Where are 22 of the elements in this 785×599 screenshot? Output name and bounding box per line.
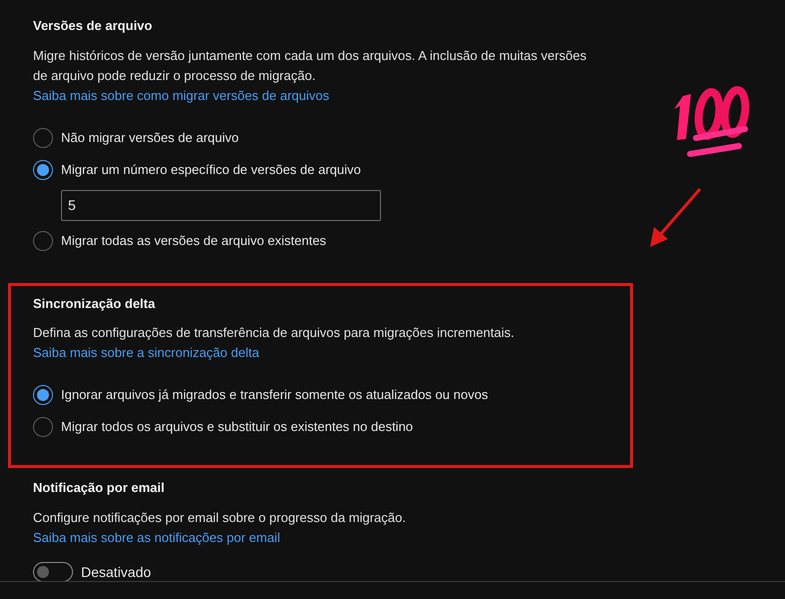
section-description: Migre históricos de versão juntamente com cada um dos arquivos. A inclusão de muitas versões de arquivo pode reduzir o processo de migração. Saiba mais sobre como migrar versões de arquivos <box>33 46 588 105</box>
section-title: Sincronização delta <box>33 294 156 313</box>
learn-more-link[interactable]: Saiba mais sobre como migrar versões de arquivos <box>33 88 330 102</box>
learn-more-link[interactable]: Saiba mais sobre a sincronização delta <box>33 345 260 360</box>
radio-button[interactable] <box>33 230 53 250</box>
radio-label: Migrar um número específico de versões de arquivo <box>61 160 361 179</box>
section-description: Configure notificações por email sobre o progresso da migração. Saiba mais sobre as notificações por email <box>33 508 407 547</box>
section-description: Defina as configurações de transferência de arquivos para migrações incrementais. Saiba mais sobre a sincronização delta <box>33 324 516 362</box>
radio-button[interactable] <box>33 128 53 148</box>
radio-label: Migrar todas as versões de arquivo existentes <box>61 232 326 250</box>
section-title: Versões de arquivo <box>33 17 154 35</box>
radio-label: Não migrar versões de arquivo <box>61 128 239 147</box>
radio-label: Migrar todos os arquivos e substituir os existentes no destino <box>61 418 413 436</box>
radio-button[interactable] <box>33 385 53 405</box>
learn-more-link[interactable]: Saiba mais sobre as notificações por email <box>33 530 280 544</box>
toggle-label: Desativado <box>81 562 152 582</box>
annotation-arrow <box>648 187 702 249</box>
version-count-field[interactable]: 5 <box>61 190 381 220</box>
radio-button[interactable] <box>33 160 53 180</box>
section-title: Notificação por email <box>33 479 166 497</box>
radio-label: Ignorar arquivos já migrados e transferir somente os atualizados ou novos <box>61 386 488 404</box>
radio-button[interactable] <box>33 417 53 437</box>
